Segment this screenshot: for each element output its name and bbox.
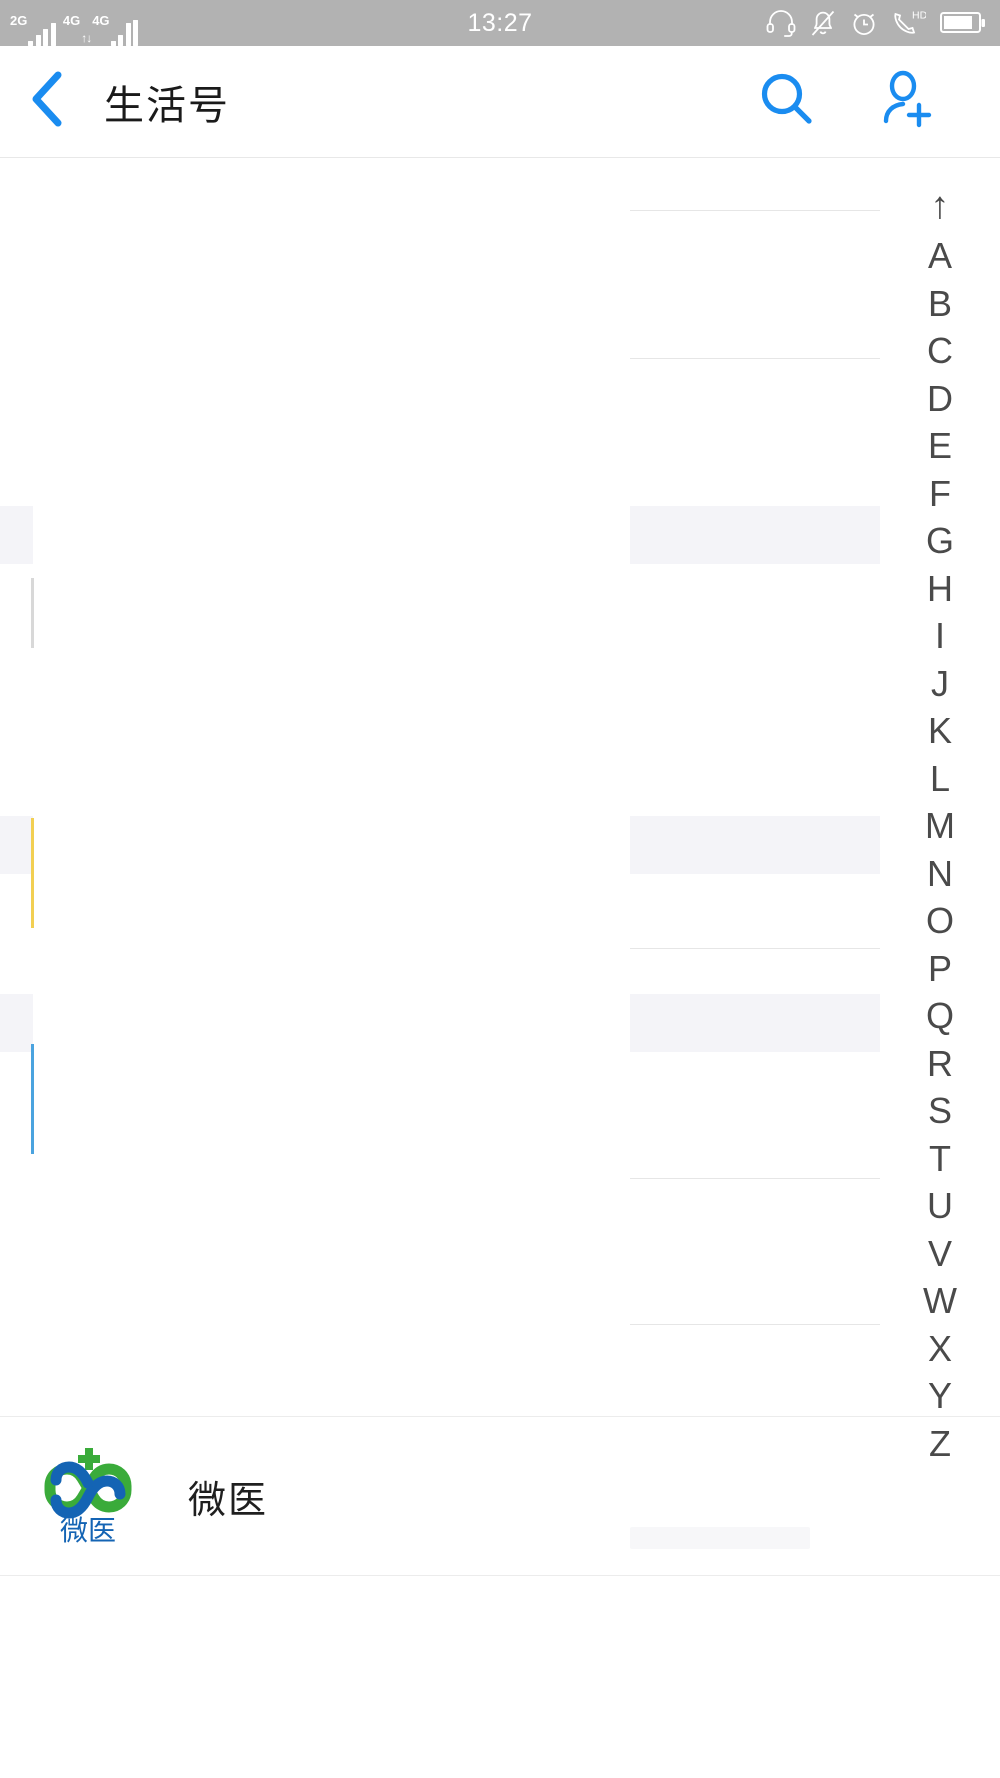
section-header-band: [630, 994, 880, 1052]
index-item-d[interactable]: D: [880, 375, 1000, 423]
index-item-t[interactable]: T: [880, 1135, 1000, 1183]
index-item-j[interactable]: J: [880, 660, 1000, 708]
contact-list[interactable]: 微医 微医: [0, 158, 1000, 1778]
section-header-band: [630, 816, 880, 874]
index-item-w[interactable]: W: [880, 1277, 1000, 1325]
chevron-left-icon: [27, 69, 69, 134]
index-item-k[interactable]: K: [880, 707, 1000, 755]
search-icon: [756, 68, 818, 135]
list-separator: [630, 948, 880, 949]
avatar-edge-sliver: [31, 1044, 34, 1154]
index-item-v[interactable]: V: [880, 1230, 1000, 1278]
avatar-edge-sliver: [31, 818, 34, 928]
index-item-y[interactable]: Y: [880, 1372, 1000, 1420]
index-item-b[interactable]: B: [880, 280, 1000, 328]
section-header-band: [630, 506, 880, 564]
header-actions: [752, 67, 1000, 137]
list-separator: [630, 210, 880, 211]
index-item-x[interactable]: X: [880, 1325, 1000, 1373]
avatar-edge-sliver: [31, 578, 34, 648]
section-header-band: [0, 816, 33, 874]
section-header-band: [0, 994, 33, 1052]
index-item-f[interactable]: F: [880, 470, 1000, 518]
search-button[interactable]: [752, 67, 822, 137]
list-item-name: 微医: [188, 1479, 269, 1522]
list-separator: [630, 1178, 880, 1179]
index-item-p[interactable]: P: [880, 945, 1000, 993]
index-item-c[interactable]: C: [880, 327, 1000, 375]
app-header: 生活号: [0, 46, 1000, 158]
index-item-q[interactable]: Q: [880, 992, 1000, 1040]
index-item-m[interactable]: M: [880, 802, 1000, 850]
index-item-z[interactable]: Z: [880, 1420, 1000, 1468]
index-item-e[interactable]: E: [880, 422, 1000, 470]
section-header-band: [0, 506, 33, 564]
index-item-top[interactable]: ↑: [880, 180, 1000, 232]
index-item-l[interactable]: L: [880, 755, 1000, 803]
index-item-r[interactable]: R: [880, 1040, 1000, 1088]
index-item-i[interactable]: I: [880, 612, 1000, 660]
index-item-o[interactable]: O: [880, 897, 1000, 945]
index-item-g[interactable]: G: [880, 517, 1000, 565]
status-bar-clock: 13:27: [467, 8, 533, 37]
index-item-h[interactable]: H: [880, 565, 1000, 613]
index-item-s[interactable]: S: [880, 1087, 1000, 1135]
add-user-button[interactable]: [870, 67, 940, 137]
add-user-icon: [874, 68, 936, 135]
back-button[interactable]: [0, 46, 96, 158]
list-separator: [630, 1324, 880, 1325]
row-placeholder: [630, 1527, 810, 1549]
wedoctor-logo-icon: 微医: [36, 1442, 140, 1551]
status-bar: 2G 4G ↑↓ 4G 13:27 HD: [0, 0, 1000, 46]
index-item-u[interactable]: U: [880, 1182, 1000, 1230]
logo-text: 微医: [60, 1515, 116, 1546]
list-separator: [630, 358, 880, 359]
list-item[interactable]: 微医 微医: [0, 1416, 1000, 1576]
index-item-a[interactable]: A: [880, 232, 1000, 280]
index-item-n[interactable]: N: [880, 850, 1000, 898]
alphabet-index-bar[interactable]: ↑ A B C D E F G H I J K L M N O P Q R S …: [880, 180, 1000, 1467]
avatar: 微医: [36, 1444, 140, 1548]
page-title: 生活号: [104, 83, 230, 128]
